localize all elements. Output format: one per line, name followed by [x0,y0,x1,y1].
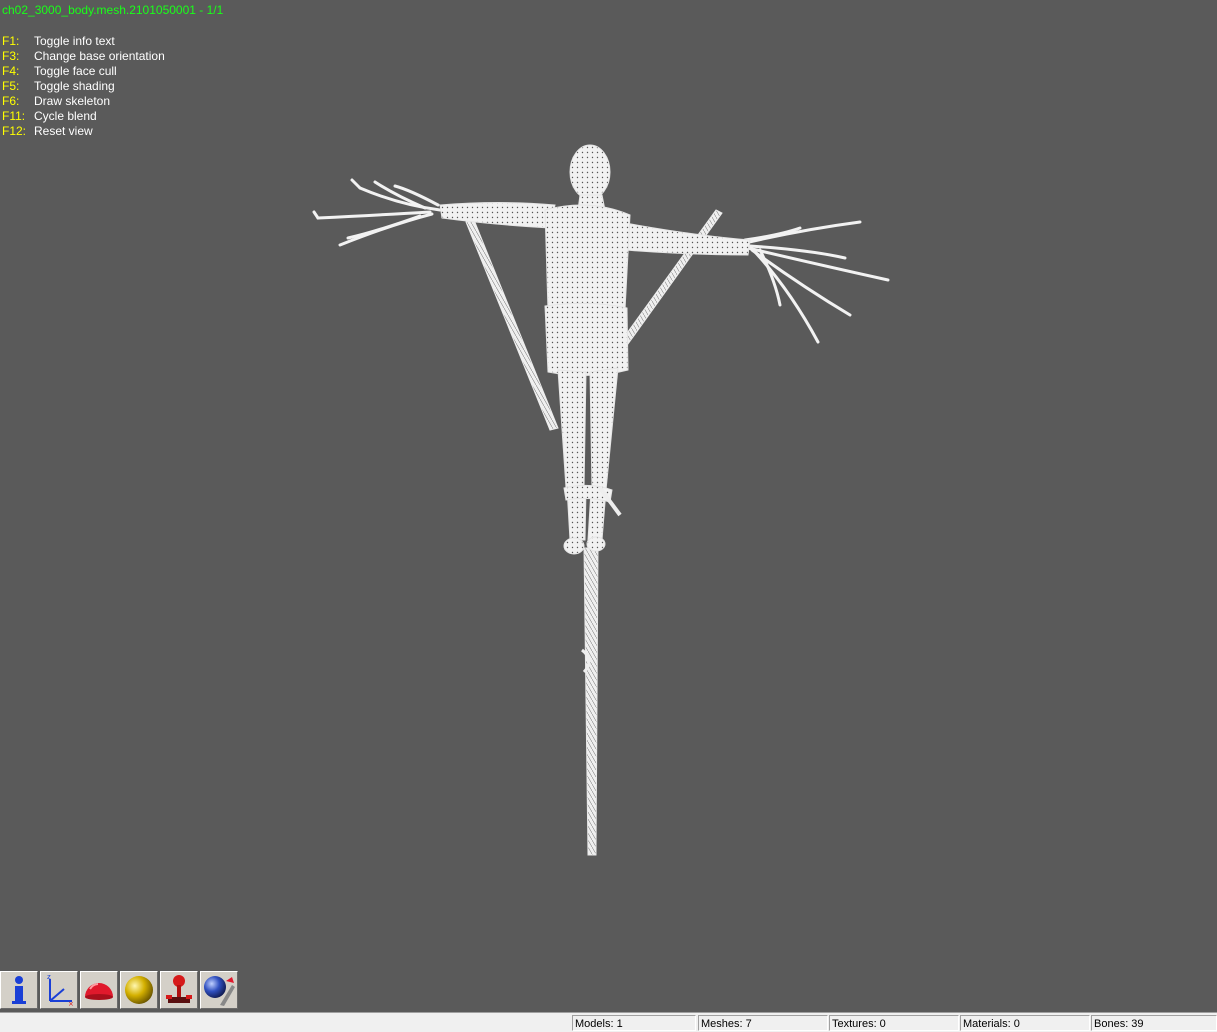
globe-wand-button[interactable] [200,971,238,1009]
branches-left [312,178,442,247]
status-models: Models: 1 [572,1015,696,1031]
pole [581,547,599,856]
joystick-button[interactable] [160,971,198,1009]
globe-wand-icon [204,976,235,1006]
3d-viewport[interactable]: ch02_3000_body.mesh.2101050001 - 1/1 F1:… [0,0,1217,1012]
axes-icon: z × [47,973,74,1007]
status-meshes: Meshes: 7 [698,1015,828,1031]
status-textures: Textures: 0 [829,1015,959,1031]
info-icon [12,976,26,1004]
hemisphere-button[interactable] [80,971,118,1009]
svg-text:×: × [68,1000,74,1007]
branches-right [743,220,890,344]
axis-z-label: z [47,973,51,981]
shading-button[interactable] [120,971,158,1009]
status-bones: Bones: 39 [1091,1015,1217,1031]
info-button[interactable] [0,971,38,1009]
figure [439,144,751,555]
status-materials: Materials: 0 [960,1015,1090,1031]
sphere-icon [125,976,153,1004]
axes-button[interactable]: z × [40,971,78,1009]
joystick-icon [166,975,192,1003]
toolbar: z × [0,971,240,1011]
wireframe-model [312,144,890,856]
status-bar: Models: 1 Meshes: 7 Textures: 0 Material… [0,1012,1217,1032]
hemisphere-icon [85,983,113,1000]
